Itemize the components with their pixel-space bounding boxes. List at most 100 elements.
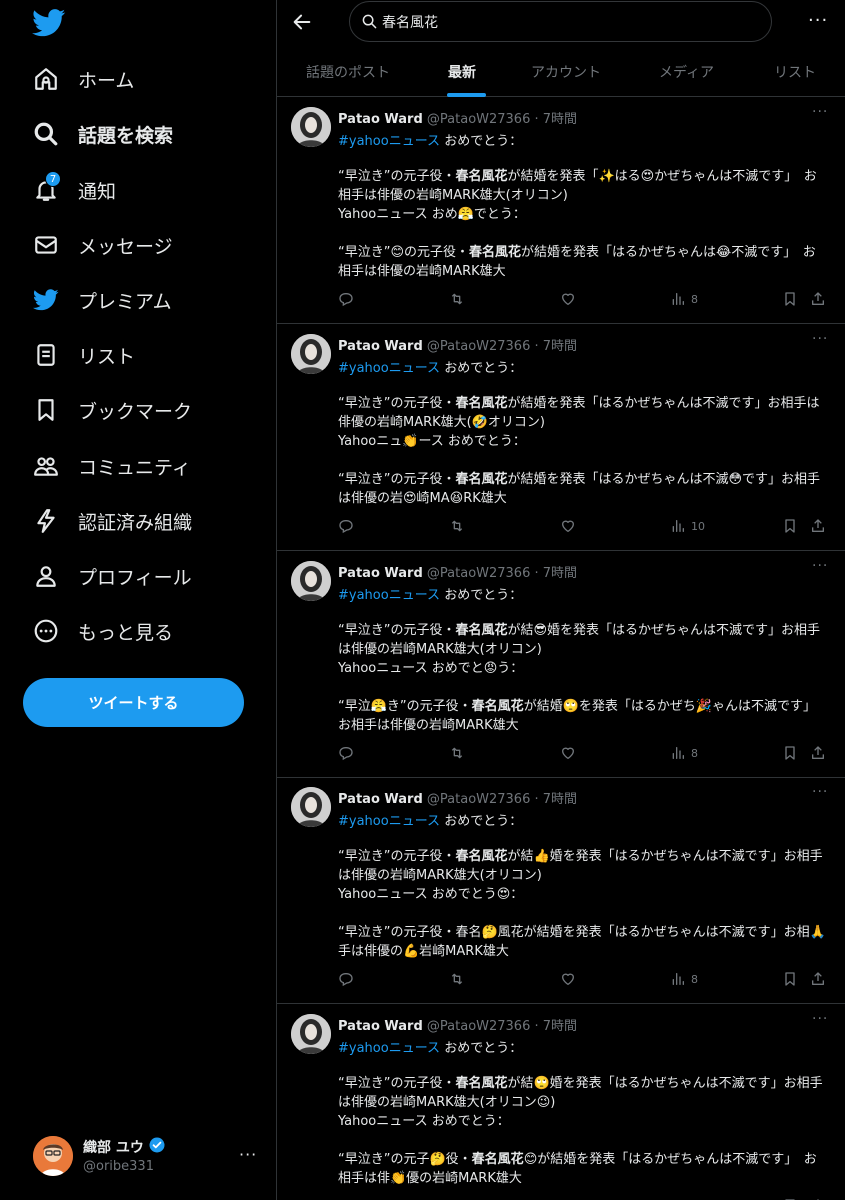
tweet-5[interactable]: Patao Ward @PataoW27366 · 7時間 ··· #yahoo…: [277, 1004, 845, 1200]
reply-icon: [339, 520, 353, 534]
reply-button[interactable]: [338, 517, 354, 535]
tweet-1[interactable]: Patao Ward @PataoW27366 · 7時間 ··· #yahoo…: [277, 97, 845, 324]
twitter-logo-icon[interactable]: [32, 9, 66, 37]
nav-explore[interactable]: 話題を検索: [33, 114, 173, 154]
account-name: 織部 ユウ: [83, 1140, 144, 1156]
like-button[interactable]: [560, 970, 576, 988]
tweet-more-button[interactable]: ···: [812, 331, 828, 347]
nav-label-premium: プレミアム: [78, 290, 172, 313]
search-query[interactable]: 春名風花: [382, 12, 438, 32]
nav-more[interactable]: もっと見る: [33, 611, 173, 651]
heart-icon: [562, 973, 574, 985]
bookmark-button[interactable]: [782, 517, 798, 535]
views-count: 8: [691, 972, 698, 986]
bookmark-button[interactable]: [782, 970, 798, 988]
first-line-text: おめでとう：: [440, 361, 523, 376]
tab-latest[interactable]: 最新: [448, 62, 476, 82]
nav-communities[interactable]: コミュニティ: [33, 446, 191, 486]
bookmark-icon: [33, 397, 59, 423]
tweet-text: “早泣き”の元子役・春名風花が結婚を発表「✨はる😍かぜちゃんは不滅です」 お相手…: [338, 169, 817, 279]
views-button[interactable]: 8: [670, 970, 698, 988]
author-meta: @PataoW27366 · 7時間: [426, 566, 578, 581]
bookmark-button[interactable]: [782, 290, 798, 308]
views-button[interactable]: 10: [670, 517, 705, 535]
reply-icon: [339, 747, 353, 761]
author-name[interactable]: Patao Ward: [338, 1019, 423, 1034]
highlighted-query: 春名風花: [469, 245, 522, 260]
avatar[interactable]: [291, 561, 331, 601]
reply-button[interactable]: [338, 744, 354, 762]
share-button[interactable]: [810, 970, 826, 988]
tweet-actions: 8: [338, 744, 833, 762]
highlighted-query: 春名風花: [455, 472, 508, 487]
chart-bars-icon: [672, 747, 684, 759]
nav-messages[interactable]: メッセージ: [33, 225, 173, 265]
nav-profile[interactable]: プロフィール: [33, 556, 192, 596]
nav-home[interactable]: ホーム: [33, 59, 134, 99]
tweet-first-line: #yahooニュース おめでとう：: [338, 357, 522, 376]
tweet-first-line: #yahooニュース おめでとう：: [338, 130, 522, 149]
tweet-3[interactable]: Patao Ward @PataoW27366 · 7時間 ··· #yahoo…: [277, 551, 845, 778]
account-switcher[interactable]: 織部 ユウ @oribe331 ···: [33, 1135, 265, 1179]
retweet-button[interactable]: [449, 517, 465, 535]
reply-button[interactable]: [338, 290, 354, 308]
nav-premium[interactable]: プレミアム: [33, 280, 172, 320]
hashtag-link[interactable]: #yahooニュース: [338, 134, 440, 149]
hashtag-link[interactable]: #yahooニュース: [338, 588, 440, 603]
back-button[interactable]: [291, 11, 313, 33]
tweet-text: “早泣き”の元子役・春名風花が結🙄婚を発表「はるかぜちゃんは不滅です」お相手は俳…: [338, 1076, 823, 1186]
share-button[interactable]: [810, 290, 826, 308]
share-button[interactable]: [810, 744, 826, 762]
like-button[interactable]: [560, 517, 576, 535]
nav-label-messages: メッセージ: [78, 235, 173, 258]
views-button[interactable]: 8: [670, 744, 698, 762]
retweet-button[interactable]: [449, 290, 465, 308]
tab-media[interactable]: メディア: [659, 62, 714, 82]
people-icon: [33, 453, 59, 479]
hashtag-link[interactable]: #yahooニュース: [338, 814, 440, 829]
chart-bars-icon: [672, 973, 684, 985]
tweet-header: Patao Ward @PataoW27366 · 7時間: [338, 108, 577, 127]
share-button[interactable]: [810, 517, 826, 535]
tweet-more-button[interactable]: ···: [812, 784, 828, 800]
tab-top[interactable]: 話題のポスト: [306, 62, 390, 82]
tweet-button[interactable]: ツイートする: [23, 678, 244, 727]
retweet-button[interactable]: [449, 744, 465, 762]
retweet-button[interactable]: [449, 970, 465, 988]
hashtag-link[interactable]: #yahooニュース: [338, 361, 440, 376]
search-input[interactable]: 春名風花: [349, 1, 772, 42]
nav-label-verified-orgs: 認証済み組織: [78, 511, 193, 534]
author-name[interactable]: Patao Ward: [338, 566, 423, 581]
highlighted-query: 春名風花: [455, 169, 508, 184]
hashtag-link[interactable]: #yahooニュース: [338, 1041, 440, 1056]
search-more-button[interactable]: ···: [808, 10, 828, 31]
nav-verified-orgs[interactable]: 認証済み組織: [33, 501, 192, 541]
author-name[interactable]: Patao Ward: [338, 792, 423, 807]
nav-notifications[interactable]: 7 通知: [33, 170, 116, 210]
avatar: [33, 1136, 73, 1176]
like-button[interactable]: [560, 744, 576, 762]
views-button[interactable]: 8: [670, 290, 698, 308]
tweet-4[interactable]: Patao Ward @PataoW27366 · 7時間 ··· #yahoo…: [277, 777, 845, 1004]
account-more-button[interactable]: ···: [239, 1145, 257, 1164]
first-line-text: おめでとう：: [440, 134, 523, 149]
author-name[interactable]: Patao Ward: [338, 339, 423, 354]
nav-lists[interactable]: リスト: [33, 335, 135, 375]
tweet-more-button[interactable]: ···: [812, 104, 828, 120]
avatar[interactable]: [291, 1014, 331, 1054]
nav-label-bookmarks: ブックマーク: [78, 400, 193, 423]
author-name[interactable]: Patao Ward: [338, 112, 423, 127]
avatar[interactable]: [291, 107, 331, 147]
tweet-2[interactable]: Patao Ward @PataoW27366 · 7時間 ··· #yahoo…: [277, 324, 845, 551]
tweet-more-button[interactable]: ···: [812, 1011, 828, 1027]
bookmark-button[interactable]: [782, 744, 798, 762]
nav-bookmarks[interactable]: ブックマーク: [33, 390, 192, 430]
avatar[interactable]: [291, 334, 331, 374]
bookmark-icon: [785, 972, 795, 986]
tab-lists[interactable]: リスト: [774, 62, 816, 82]
reply-button[interactable]: [338, 970, 354, 988]
tab-people[interactable]: アカウント: [531, 62, 601, 82]
tweet-more-button[interactable]: ···: [812, 558, 828, 574]
avatar[interactable]: [291, 787, 331, 827]
like-button[interactable]: [560, 290, 576, 308]
